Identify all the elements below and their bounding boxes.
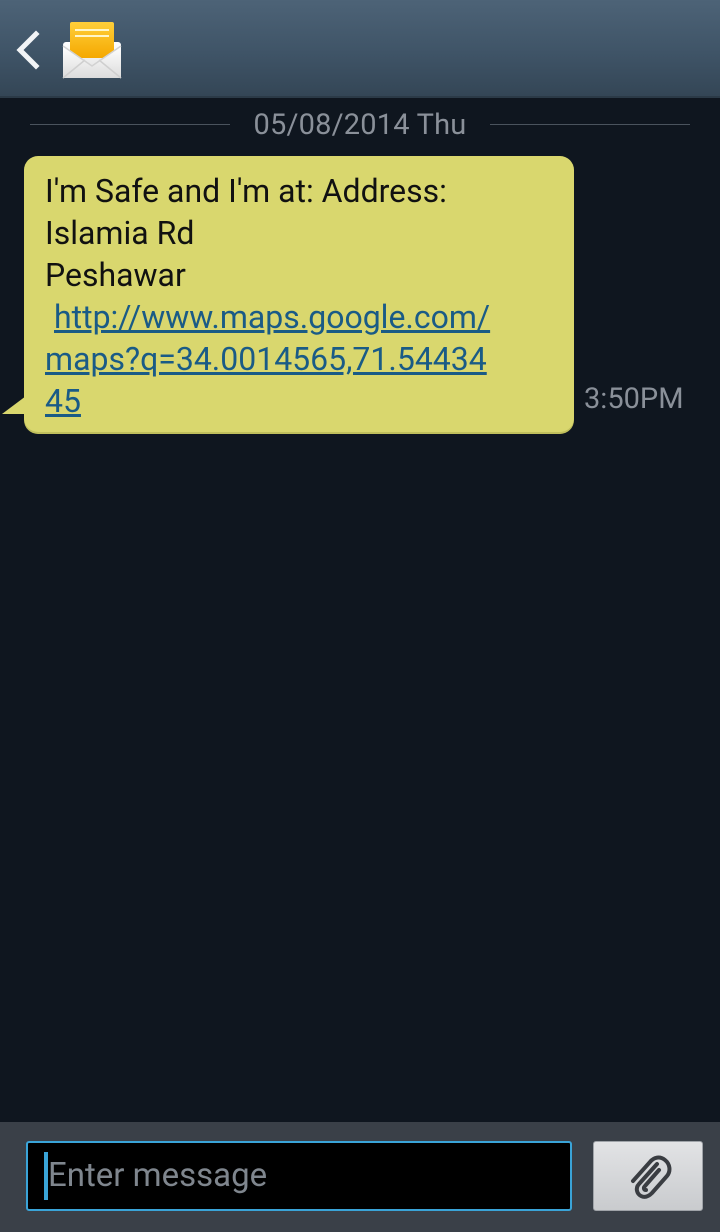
contact-name [140,14,400,84]
message-text-line: Peshawar [45,256,186,294]
date-label: 05/08/2014 Thu [253,108,467,142]
message-input[interactable]: Enter message [26,1141,572,1211]
back-button[interactable] [8,24,48,76]
map-link[interactable]: http://www.maps.google.com/ [45,296,554,338]
envelope-icon [62,22,122,79]
message-text-line: Islamia Rd [45,214,195,252]
messaging-screen: 05/08/2014 Thu I'm Safe and I'm at: Addr… [0,0,720,1232]
message-composer: Enter message [0,1122,720,1232]
conversation-header [0,0,720,98]
message-bubble[interactable]: I'm Safe and I'm at: Address: Islamia Rd… [24,156,574,434]
message-timestamp: 3:50PM [584,382,684,416]
message-text-line: I'm Safe and I'm at: Address: [45,172,447,210]
input-placeholder: Enter message [48,1156,268,1195]
date-separator: 05/08/2014 Thu [30,106,690,146]
map-link[interactable]: maps?q=34.0014565,71.54434 [45,338,554,380]
divider-line [490,124,690,125]
paperclip-icon [631,1155,672,1199]
bubble-tail [2,396,26,414]
map-link[interactable]: 45 [45,380,554,422]
contact-avatar[interactable] [61,20,123,80]
chevron-left-icon [16,30,40,70]
attach-button[interactable] [593,1141,703,1211]
